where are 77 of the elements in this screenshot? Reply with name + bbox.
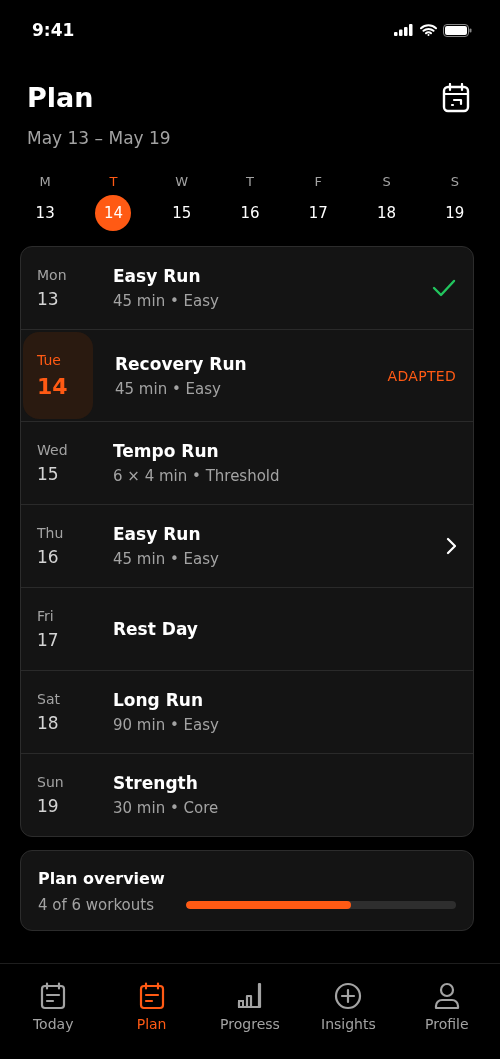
weekday-letter: W bbox=[175, 174, 189, 189]
week-day[interactable]: F 17 bbox=[284, 174, 353, 231]
workout-title: Rest Day bbox=[113, 619, 199, 639]
chevron-right-icon[interactable] bbox=[446, 537, 456, 555]
week-day[interactable]: W 15 bbox=[147, 174, 216, 231]
date-number: 18 bbox=[376, 203, 398, 224]
calendar-icon bbox=[138, 982, 165, 1010]
workout-title: Recovery Run bbox=[115, 353, 248, 374]
week-day[interactable]: S 18 bbox=[352, 174, 421, 231]
day-date: 16 bbox=[37, 547, 60, 567]
weekday-letter: S bbox=[382, 174, 391, 189]
workout-detail: 45 min • Easy bbox=[115, 379, 222, 398]
day-name: Sun bbox=[37, 774, 65, 790]
day-date: 18 bbox=[37, 713, 60, 733]
workout-title: Easy Run bbox=[113, 266, 202, 286]
week-day[interactable]: M 13 bbox=[11, 174, 80, 231]
wifi-icon bbox=[420, 24, 437, 36]
day-date: 15 bbox=[37, 464, 60, 484]
workout-row[interactable]: Mon 13 Easy Run 45 min • Easy bbox=[21, 247, 473, 329]
workout-row[interactable]: Tue 14 Recovery Run 45 min • Easy ADAPTED bbox=[21, 329, 473, 421]
tab-item[interactable]: Today bbox=[4, 982, 103, 1039]
tab-item[interactable]: Insights bbox=[299, 982, 398, 1039]
calendar-button[interactable] bbox=[442, 83, 470, 113]
tab-item[interactable]: Profile bbox=[397, 982, 496, 1039]
calendar-icon bbox=[442, 83, 470, 113]
workout-title: Long Run bbox=[113, 690, 204, 710]
week-day[interactable]: T 14 bbox=[79, 174, 148, 231]
plus-circle-icon bbox=[334, 982, 363, 1010]
workout-row[interactable]: Thu 16 Easy Run 45 min • Easy bbox=[21, 504, 473, 587]
workout-row[interactable]: Sun 19 Strength 30 min • Core bbox=[21, 753, 473, 836]
day-name: Wed bbox=[37, 442, 69, 458]
date-number: 15 bbox=[171, 203, 193, 224]
weekday-letter: F bbox=[314, 174, 322, 189]
week-day[interactable]: S 19 bbox=[420, 174, 489, 231]
date-number: 19 bbox=[444, 203, 466, 224]
workout-count: 4 of 6 workouts bbox=[38, 896, 154, 914]
workout-detail: 45 min • Easy bbox=[113, 292, 220, 310]
tab-item[interactable]: Plan bbox=[102, 982, 201, 1039]
weekday-letter: T bbox=[246, 174, 254, 189]
workout-row[interactable]: Sat 18 Long Run 90 min • Easy bbox=[21, 670, 473, 753]
day-name: Sat bbox=[37, 691, 61, 707]
day-date: 14 bbox=[37, 374, 69, 399]
day-name: Mon bbox=[37, 267, 68, 283]
date-number: 14 bbox=[95, 195, 132, 231]
signal-icon bbox=[394, 24, 414, 36]
status-label: ADAPTED bbox=[387, 367, 456, 384]
calendar-icon bbox=[40, 982, 67, 1010]
date-number: 16 bbox=[239, 203, 261, 224]
page-title: Plan bbox=[27, 81, 94, 115]
workout-detail: 90 min • Easy bbox=[113, 716, 220, 734]
weekday-letter: T bbox=[109, 174, 118, 189]
chart-icon bbox=[237, 982, 263, 1010]
day-name: Fri bbox=[37, 608, 55, 624]
workout-row[interactable]: Fri 17 Rest Day bbox=[21, 587, 473, 670]
overview-title: Plan overview bbox=[38, 869, 166, 888]
workout-title: Strength bbox=[113, 773, 199, 793]
week-day[interactable]: T 16 bbox=[215, 174, 285, 231]
workout-title: Easy Run bbox=[113, 524, 202, 544]
tab-item[interactable]: Progress bbox=[200, 982, 300, 1039]
date-range: May 13 – May 19 bbox=[26, 127, 172, 148]
weekday-letter: M bbox=[39, 174, 51, 189]
day-name: Tue bbox=[37, 352, 62, 368]
day-date: 17 bbox=[37, 630, 60, 650]
person-icon bbox=[433, 982, 460, 1010]
date-number: 13 bbox=[34, 203, 56, 224]
day-date: 19 bbox=[37, 796, 60, 816]
workout-detail: 30 min • Core bbox=[113, 799, 220, 817]
day-name: Thu bbox=[37, 525, 65, 541]
workout-title: Tempo Run bbox=[113, 441, 220, 461]
date-number: 17 bbox=[307, 203, 329, 224]
workout-detail: 6 × 4 min • Threshold bbox=[113, 467, 281, 485]
weekday-letter: S bbox=[450, 174, 459, 189]
battery-icon bbox=[443, 23, 472, 37]
day-date: 13 bbox=[37, 289, 60, 309]
workout-row[interactable]: Wed 15 Tempo Run 6 × 4 min • Threshold bbox=[21, 421, 473, 504]
workout-detail: 45 min • Easy bbox=[113, 550, 220, 568]
status-time: 9:41 bbox=[32, 20, 75, 40]
